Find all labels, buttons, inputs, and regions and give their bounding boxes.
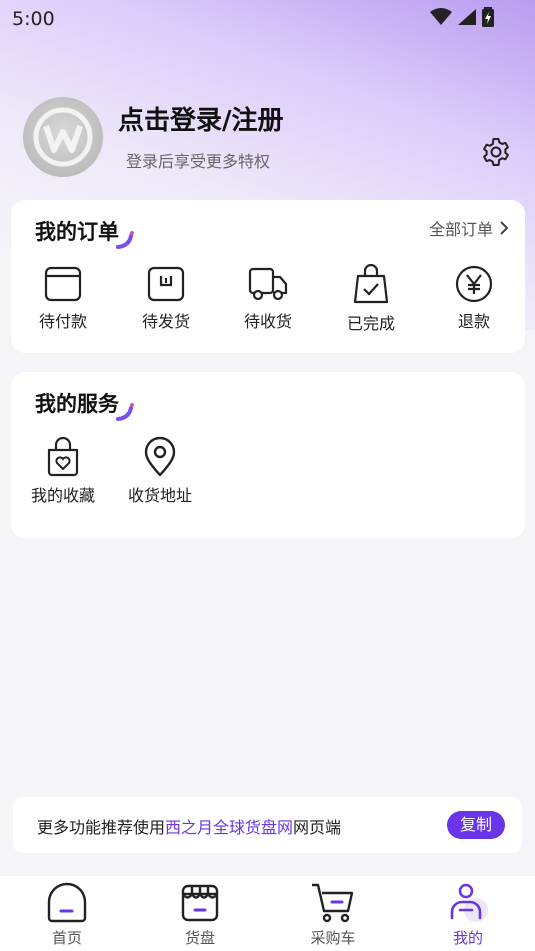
tab-label: 首页 [51,929,82,947]
tab-store[interactable]: 货盘 [155,880,245,948]
tab-label: 我的 [452,929,483,947]
login-subtitle: 登录后享受更多特权 [126,152,271,171]
title-accent-icon [116,403,134,421]
gear-icon[interactable] [480,136,512,168]
order-item-label: 退款 [457,312,490,331]
status-icons [429,7,495,27]
promo-text: 更多功能推荐使用西之月全球货盘网网页端 [37,814,341,838]
shopping-bag-check-icon [353,264,389,304]
status-time: 5:00 [12,8,55,30]
my-services-title: 我的服务 [35,392,119,416]
delivery-truck-icon [248,267,288,301]
order-pending-payment[interactable]: 待付款 [18,264,108,332]
service-item-label: 收货地址 [127,486,192,505]
order-completed[interactable]: 已完成 [326,264,416,334]
profile-section: 点击登录/注册 登录后享受更多特权 [0,90,535,190]
promo-prefix: 更多功能推荐使用 [37,818,166,837]
location-pin-icon [144,436,176,477]
my-services-card: 我的服务 我的收藏 收货地址 [11,372,525,538]
yen-circle-icon [455,265,493,303]
wifi-icon [430,8,452,25]
order-item-label: 已完成 [346,314,395,333]
order-item-label: 待收货 [243,312,292,331]
all-orders-link[interactable]: 全部订单 [429,216,509,240]
tab-home[interactable]: 首页 [22,880,112,948]
my-orders-title: 我的订单 [35,220,119,244]
all-orders-label: 全部订单 [428,220,493,239]
wallet-icon [44,266,82,302]
logo-icon [33,107,93,167]
bottom-tab-bar: 首页 货盘 采购车 我的 [0,876,535,951]
login-register-title[interactable]: 点击登录/注册 [118,100,284,137]
order-pending-shipment[interactable]: 待发货 [121,264,211,332]
my-orders-card: 我的订单 全部订单 待付款 待发货 待收货 已完成 退款 [11,200,525,353]
promo-banner: 更多功能推荐使用西之月全球货盘网网页端 复制 [13,797,522,853]
order-refund[interactable]: 退款 [429,264,519,332]
shipping-address[interactable]: 收货地址 [115,436,205,506]
user-icon [450,883,488,922]
title-accent-icon [116,231,134,249]
order-item-label: 待发货 [141,312,190,331]
my-favorites[interactable]: 我的收藏 [18,436,108,506]
tab-cart[interactable]: 采购车 [288,880,378,948]
promo-site-link[interactable]: 西之月全球货盘网 [165,818,293,837]
status-bar: 5:00 [0,0,535,36]
order-item-label: 待付款 [38,312,87,331]
package-box-icon [147,266,185,302]
chevron-right-icon [500,221,509,235]
heart-bag-icon [47,436,79,477]
tab-label: 采购车 [310,929,356,947]
promo-suffix: 网页端 [293,818,342,837]
store-icon [181,884,219,922]
tab-mine[interactable]: 我的 [423,880,513,948]
home-icon [47,882,87,923]
copy-button[interactable]: 复制 [447,811,505,839]
cart-icon [312,883,354,923]
signal-icon [458,9,476,25]
battery-icon [482,7,494,27]
avatar[interactable] [23,97,103,177]
tab-label: 货盘 [184,929,215,947]
order-pending-receipt[interactable]: 待收货 [223,264,313,332]
service-item-label: 我的收藏 [30,486,95,505]
